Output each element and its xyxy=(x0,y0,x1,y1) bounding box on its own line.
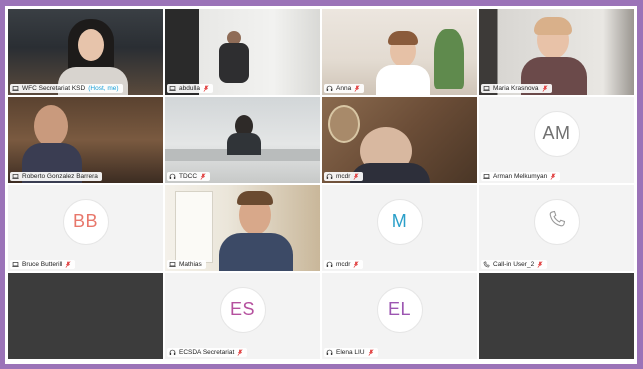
headset-icon xyxy=(326,349,333,356)
participant-name: ECSDA Secretariat xyxy=(179,349,235,356)
video-gallery-grid: WFC Secretariat KSD (Host, me) abdulla A… xyxy=(8,9,634,361)
avatar-initials: ES xyxy=(229,299,255,320)
laptop-icon xyxy=(12,173,19,180)
video-tile-tdcc[interactable]: TDCC xyxy=(165,97,320,183)
video-feed xyxy=(165,9,320,95)
participant-label: TDCC xyxy=(167,172,211,181)
participant-label: Roberto Gonzalez Barrera xyxy=(10,172,102,181)
initials-avatar: AM xyxy=(533,110,580,157)
video-tile-ecsda-secretariat[interactable]: ES ECSDA Secretariat xyxy=(165,273,320,359)
participant-name: Maria Krasnova xyxy=(493,85,539,92)
mic-muted-icon xyxy=(203,85,209,92)
video-feed xyxy=(8,97,163,183)
participant-label: Maria Krasnova xyxy=(481,84,552,93)
laptop-icon xyxy=(169,261,176,268)
participant-label: Anna xyxy=(324,84,365,93)
video-gallery-frame: WFC Secretariat KSD (Host, me) abdulla A… xyxy=(5,6,637,364)
participant-name: mcdr xyxy=(336,261,351,268)
laptop-icon xyxy=(483,85,490,92)
mic-muted-icon xyxy=(353,261,359,268)
mic-muted-icon xyxy=(354,85,360,92)
participant-label: Bruce Butterill xyxy=(10,260,76,269)
participant-label: ECSDA Secretariat xyxy=(167,348,248,357)
host-tag: (Host, me) xyxy=(88,85,119,92)
mic-muted-icon xyxy=(237,349,243,356)
participant-name: mcdr xyxy=(336,173,351,180)
participant-label: Mathias xyxy=(167,260,206,269)
mic-muted-icon xyxy=(542,85,548,92)
participant-video xyxy=(34,105,68,147)
laptop-icon xyxy=(483,173,490,180)
participant-name: Elena LIU xyxy=(336,349,365,356)
participant-name: Anna xyxy=(336,85,352,92)
mic-muted-icon xyxy=(200,173,206,180)
video-tile-anna[interactable]: Anna xyxy=(322,9,477,95)
participant-name: Roberto Gonzalez Barrera xyxy=(22,173,98,180)
video-tile-wfc-secretariat[interactable]: WFC Secretariat KSD (Host, me) xyxy=(8,9,163,95)
participant-label: Call-in User_2 xyxy=(481,260,548,269)
empty-tile xyxy=(479,273,634,359)
participant-label: WFC Secretariat KSD (Host, me) xyxy=(10,84,123,93)
video-tile-elena-liu[interactable]: EL Elena LIU xyxy=(322,273,477,359)
participant-name: Call-in User_2 xyxy=(493,261,535,268)
mic-muted-icon xyxy=(550,173,556,180)
video-tile-mcdr[interactable]: mcdr xyxy=(322,97,477,183)
empty-tile xyxy=(8,273,163,359)
initials-avatar: BB xyxy=(62,198,109,245)
participant-name: abdulla xyxy=(179,85,200,92)
mic-muted-icon xyxy=(537,261,543,268)
participant-label: mcdr xyxy=(324,260,364,269)
participant-name: Mathias xyxy=(179,261,202,268)
video-feed xyxy=(479,9,634,95)
avatar-initials: AM xyxy=(542,123,571,144)
video-tile-bruce-butterill[interactable]: BB Bruce Butterill xyxy=(8,185,163,271)
video-tile-arman-melkumyan[interactable]: AM Arman Melkumyan xyxy=(479,97,634,183)
avatar-initials: M xyxy=(391,211,408,232)
video-tile-call-in-user-2[interactable]: Call-in User_2 xyxy=(479,185,634,271)
video-feed xyxy=(165,97,320,183)
phone-icon xyxy=(483,261,490,268)
avatar-initials: BB xyxy=(72,211,98,232)
avatar-initials: EL xyxy=(387,299,412,320)
participant-name: Bruce Butterill xyxy=(22,261,63,268)
participant-label: Elena LIU xyxy=(324,348,378,357)
video-tile-maria-krasnova[interactable]: Maria Krasnova xyxy=(479,9,634,95)
initials-avatar: ES xyxy=(219,286,266,333)
initials-avatar: M xyxy=(376,198,423,245)
video-feed xyxy=(322,9,477,95)
participant-label: mcdr xyxy=(324,172,364,181)
participant-name: WFC Secretariat KSD xyxy=(22,85,86,92)
video-feed xyxy=(165,185,320,271)
participant-name: TDCC xyxy=(179,173,198,180)
participant-label: Arman Melkumyan xyxy=(481,172,561,181)
phone-icon xyxy=(547,209,567,234)
phone-avatar xyxy=(533,198,580,245)
video-tile-roberto-gonzalez-barrera[interactable]: Roberto Gonzalez Barrera xyxy=(8,97,163,183)
participant-label: abdulla xyxy=(167,84,213,93)
mic-muted-icon xyxy=(353,173,359,180)
video-tile-abdulla[interactable]: abdulla xyxy=(165,9,320,95)
headset-icon xyxy=(169,173,176,180)
laptop-icon xyxy=(12,85,19,92)
initials-avatar: EL xyxy=(376,286,423,333)
mic-muted-icon xyxy=(65,261,71,268)
video-feed xyxy=(322,97,477,183)
laptop-icon xyxy=(169,85,176,92)
participant-name: Arman Melkumyan xyxy=(493,173,548,180)
headset-icon xyxy=(169,349,176,356)
video-tile-mathias[interactable]: Mathias xyxy=(165,185,320,271)
headset-icon xyxy=(326,85,333,92)
headset-icon xyxy=(326,173,333,180)
laptop-icon xyxy=(12,261,19,268)
headset-icon xyxy=(326,261,333,268)
video-feed xyxy=(8,9,163,95)
video-tile-mcdr-2[interactable]: M mcdr xyxy=(322,185,477,271)
mic-muted-icon xyxy=(368,349,374,356)
